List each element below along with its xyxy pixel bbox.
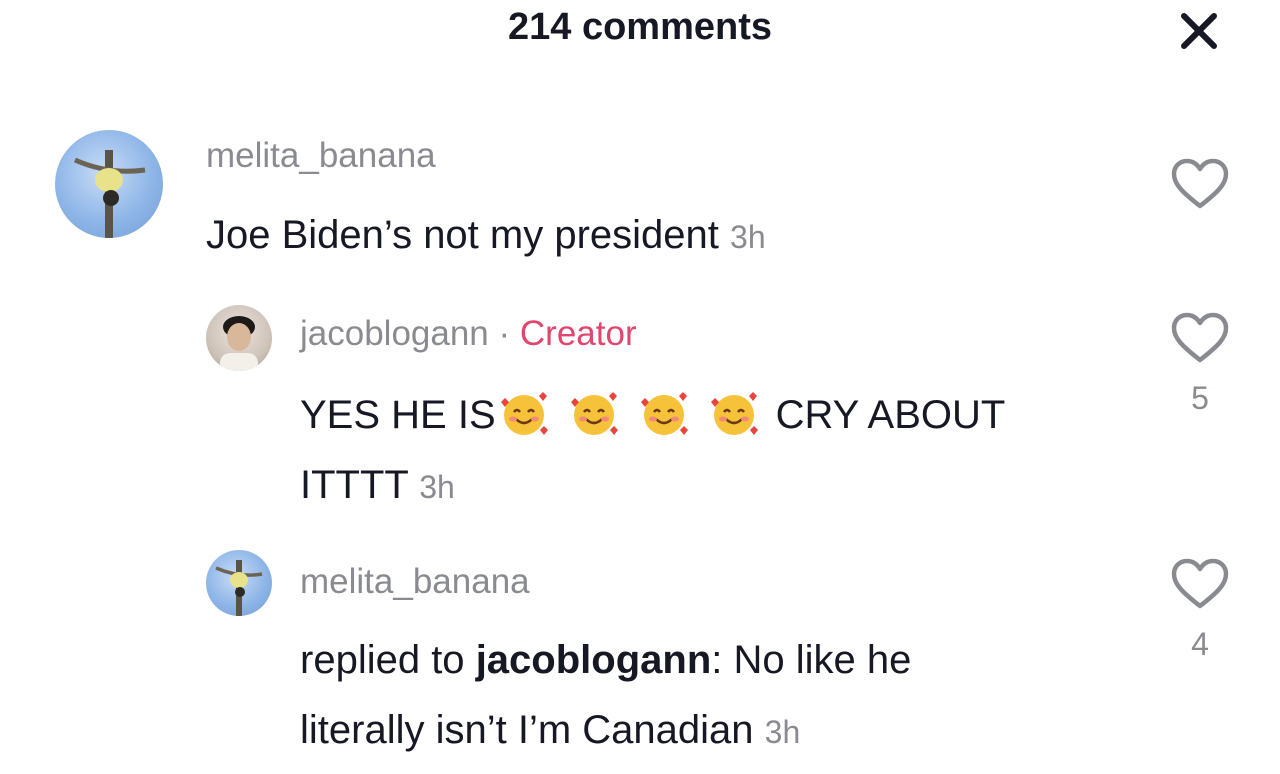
comment-body-start: YES HE IS [300,393,496,437]
comment-text: Joe Biden’s not my president 3h [206,200,766,272]
like-count: 4 [1191,626,1209,662]
like-button[interactable] [1170,158,1230,217]
avatar[interactable] [206,550,272,616]
like-button[interactable] [1170,558,1230,617]
close-icon [1181,13,1217,49]
comment-body-line2: literally isn’t I’m Canadian [300,708,754,752]
comment-username[interactable]: melita_banana [206,136,436,176]
separator-dot: · [498,314,511,353]
reply-mention[interactable]: jacoblogann [476,638,712,682]
comment-timestamp: 3h [419,469,455,505]
creator-badge: Creator [519,314,637,353]
avatar-image [215,560,263,616]
comment-text: replied to jacoblogann: No like he liter… [300,625,1120,767]
comment-body-end: CRY ABOUT [775,393,1006,437]
comments-header: 214 comments [0,0,1280,60]
like-button[interactable] [1170,312,1230,371]
comment-body-start: : No like he [711,638,912,682]
avatar[interactable] [206,305,272,371]
comment-body: Joe Biden’s not my president [206,213,719,257]
heart-icon [1171,312,1229,363]
comment-text: YES HE IS CRY ABOUT ITTTT 3h [300,380,1120,522]
heart-icon [1171,158,1229,209]
avatar[interactable] [55,130,163,238]
comment-timestamp: 3h [764,714,801,750]
comment-body-line2: ITTTT [300,463,409,507]
smiling-face-with-hearts-icon [500,392,548,435]
reply-prefix: replied to [300,638,465,682]
comment-username[interactable]: melita_banana [300,562,530,602]
smiling-face-with-hearts-icon [710,392,758,435]
comment-username[interactable]: jacoblogann [300,314,489,353]
close-button[interactable] [1176,8,1222,54]
comments-count-title: 214 comments [507,6,772,48]
heart-icon [1171,558,1229,609]
smiling-face-with-hearts-icon [640,392,688,435]
reply-username-line: jacoblogann · Creator [300,314,637,354]
avatar-image [73,150,146,238]
like-count: 5 [1191,380,1209,416]
avatar-image [220,316,258,371]
smiling-face-with-hearts-icon [570,392,618,435]
comment-timestamp: 3h [730,219,766,255]
